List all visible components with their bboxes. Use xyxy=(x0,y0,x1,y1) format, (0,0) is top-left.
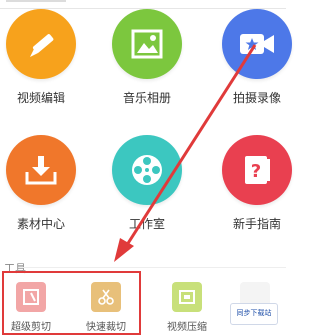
annotation-arrowhead xyxy=(114,238,134,262)
watermark-text: 同步下载站 xyxy=(236,310,272,317)
annotation-highlight-box xyxy=(2,271,141,335)
watermark-logo: 同步下载站 xyxy=(230,303,278,325)
annotation-arrow-line xyxy=(123,44,257,249)
